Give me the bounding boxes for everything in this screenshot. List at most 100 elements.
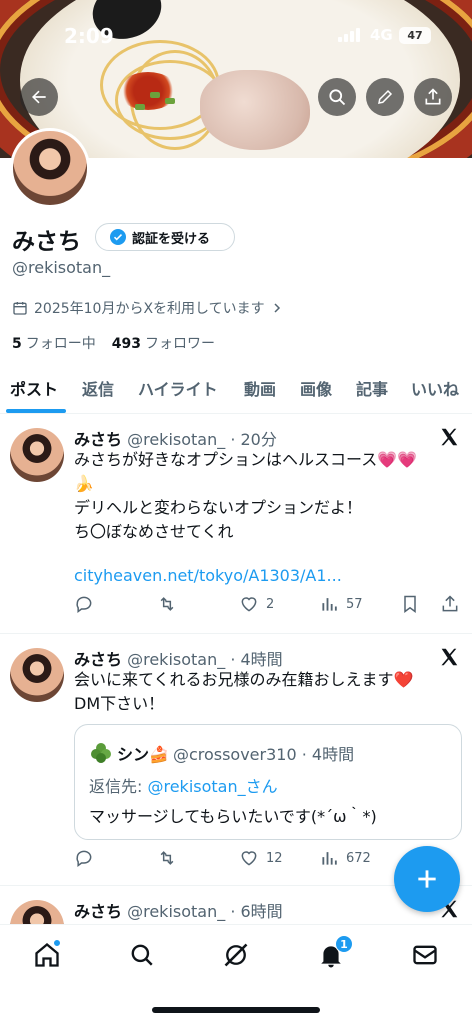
like-button[interactable]: 12 [238,848,283,868]
like-icon [241,597,257,612]
tab-articles[interactable]: 記事 [356,376,388,400]
share-button[interactable] [414,78,452,116]
followers-link[interactable]: 493 フォロワー [112,333,215,353]
follow-stats: 5 フォロー中 493 フォロワー [12,333,215,353]
retweet-icon [160,851,174,865]
retweet-button[interactable] [156,848,178,868]
profile-name: みさち [12,229,81,255]
joined-date-row[interactable]: 2025年10月からXを利用しています [12,298,283,318]
views-icon [322,598,337,611]
tab-posts[interactable]: ポスト [10,376,58,400]
views-button[interactable]: 57 [320,594,363,614]
tweet-text: みさちが好きなオプションはヘルスコース💗💗 🍌 デリヘルと変わらないオプションだ… [74,450,418,541]
search-icon [329,89,346,106]
signal-icon [338,28,362,42]
tab-highlights[interactable]: ハイライト [138,376,218,400]
tweet-author-name[interactable]: みさち [74,902,122,921]
calendar-icon [13,302,27,315]
nav-search[interactable] [126,939,158,971]
mail-icon [413,945,437,965]
quoted-text: マッサージしてもらいたいです(*´ω｀*) [89,807,377,826]
tweet[interactable]: みさち @rekisotan_ · 20分 みさちが好きなオプションはヘルスコー… [0,414,472,634]
tweet-link[interactable]: cityheaven.net/tokyo/A1303/A1... [74,566,342,585]
status-bar: 2:09 4G 47 [0,0,472,62]
tweet-avatar[interactable] [10,648,64,702]
search-icon [131,944,153,966]
share-icon [442,595,458,612]
joined-date: 2025年10月からXを利用しています [34,301,265,317]
views-count: 672 [346,850,371,866]
edit-icon [378,89,393,104]
quoted-tweet-header: シン🍰 @crossover310 · 4時間 [89,741,354,765]
tweet-author-name[interactable]: みさち [74,650,122,669]
like-button[interactable]: 2 [238,594,274,614]
nav-notifications[interactable]: 1 [315,935,353,971]
home-unread-dot [53,939,61,947]
tweet-actions: 2 57 [74,594,464,618]
reply-button[interactable] [74,594,94,614]
status-time: 2:09 [64,24,114,48]
bookmark-icon [404,595,416,613]
reply-icon [76,596,92,613]
like-count: 12 [266,850,283,866]
like-icon [241,851,257,866]
banner-onion [135,104,145,110]
plus-icon [418,870,436,888]
back-arrow-icon [32,90,46,104]
banner-chashu [200,70,310,150]
views-count: 57 [346,596,363,612]
profile-tabs: ポスト 返信 ハイライト 動画 画像 記事 いいね [0,364,472,414]
tweet[interactable]: みさち @rekisotan_ · 4時間 会いに来てくれるお兄様のみ在籍おしえ… [0,634,472,886]
nav-messages[interactable] [409,939,441,971]
get-verified-label: 認証を受ける [132,231,211,247]
share-tweet-button[interactable] [440,594,460,614]
chevron-right-icon [274,303,280,313]
back-button[interactable] [20,78,58,116]
banner-onion [165,98,175,104]
compose-button[interactable] [394,846,460,912]
home-indicator [152,1007,320,1013]
nav-grok[interactable] [220,939,252,971]
quoted-reply-to: 返信先: @rekisotan_さん [89,777,278,796]
bookmark-button[interactable] [400,594,420,614]
edit-button[interactable] [366,78,404,116]
tweet-author-name[interactable]: みさち [74,430,122,449]
tab-replies[interactable]: 返信 [82,376,114,400]
reply-icon [76,850,92,867]
tweet-avatar[interactable] [10,428,64,482]
tweet-text: 会いに来てくれるお兄様のみ在籍おしえます❤️ DM下さい！ [74,670,414,713]
profile-handle: @rekisotan_ [12,258,111,277]
reply-button[interactable] [74,848,94,868]
quoted-meta: @crossover310 · 4時間 [172,745,355,764]
like-count: 2 [266,596,275,612]
tab-videos[interactable]: 動画 [244,376,276,400]
tweet-meta: @rekisotan_ · 4時間 [127,650,283,669]
quoted-author-name: シン🍰 [117,745,169,764]
battery-icon: 47 [399,27,431,44]
tab-photos[interactable]: 画像 [300,376,332,400]
retweet-button[interactable] [156,594,178,614]
tweet-header: みさち @rekisotan_ · 20分 [74,426,277,450]
profile-avatar[interactable] [10,128,90,208]
nav-home[interactable] [31,939,63,971]
banner-onion [150,92,160,98]
network-type: 4G [370,26,393,44]
quoted-tweet[interactable]: シン🍰 @crossover310 · 4時間 返信先: @rekisotan_… [74,724,462,840]
get-verified-button[interactable]: 認証を受ける [95,223,235,251]
tweet-header: みさち @rekisotan_ · 4時間 [74,646,283,670]
x-logo-icon [441,648,458,666]
verified-badge-icon [110,229,126,245]
retweet-icon [160,597,174,611]
share-icon [425,88,441,105]
tweet-meta: @rekisotan_ · 6時間 [127,902,283,921]
tab-likes[interactable]: いいね [411,376,459,400]
tweet-meta: @rekisotan_ · 20分 [127,430,277,449]
grok-icon [224,943,248,967]
views-icon [322,852,337,865]
notifications-badge: 1 [335,935,353,953]
search-button[interactable] [318,78,356,116]
views-button[interactable]: 672 [320,848,371,868]
clover-avatar-icon [91,743,111,763]
following-link[interactable]: 5 フォロー中 [12,333,96,353]
reply-to-handle[interactable]: @rekisotan_さん [147,777,277,796]
